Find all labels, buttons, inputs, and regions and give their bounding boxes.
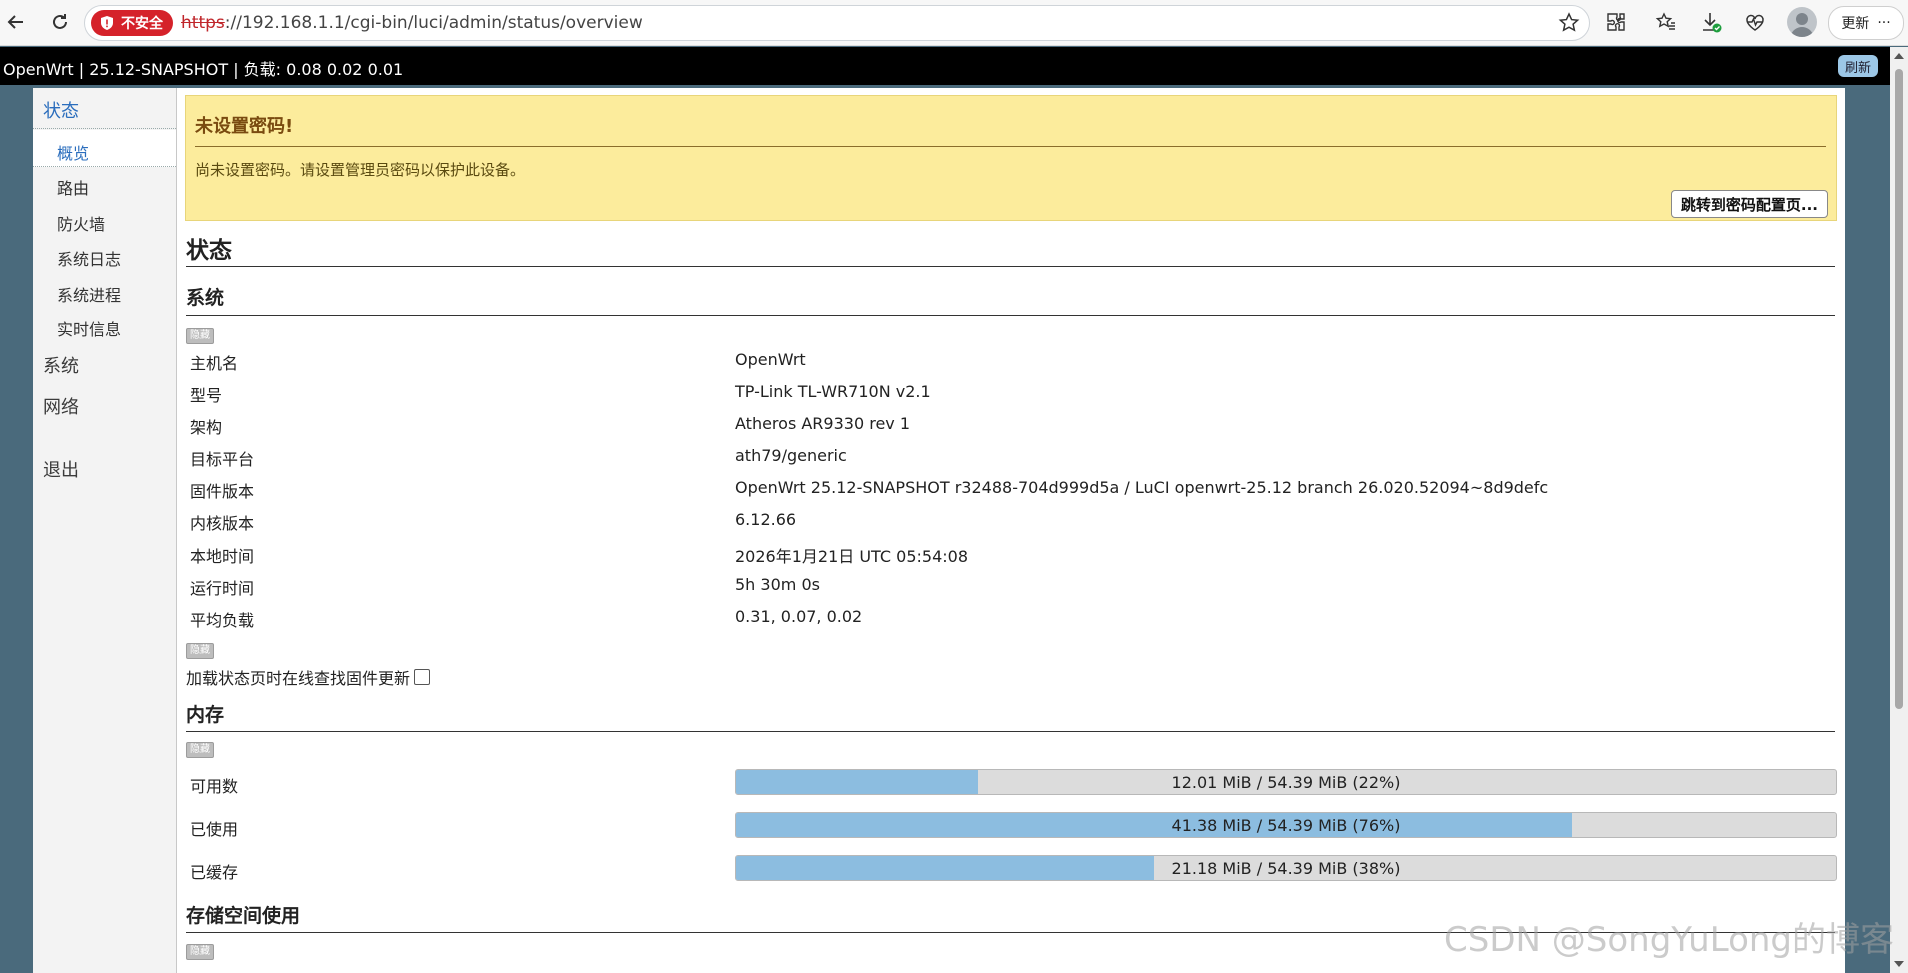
- shield-warning-icon: [101, 16, 113, 30]
- sidebar-category-network[interactable]: 网络: [43, 393, 79, 419]
- memory-text-used: 41.38 MiB / 54.39 MiB (76%): [1171, 816, 1401, 835]
- browser-update-button[interactable]: 更新 ···: [1828, 6, 1904, 40]
- back-arrow-icon[interactable]: [2, 8, 30, 36]
- update-check-label: 加载状态页时在线查找固件更新: [186, 669, 411, 688]
- update-label: 更新: [1841, 16, 1870, 32]
- storage-section-title: 存储空间使用: [186, 905, 301, 927]
- url-path: ://192.168.1.1/cgi-bin/luci/admin/status…: [224, 13, 643, 33]
- password-warning-alert: 未设置密码! 尚未设置密码。请设置管理员密码以保护此设备。 跳转到密码配置页..…: [185, 95, 1837, 221]
- favorite-star-icon[interactable]: [1557, 11, 1581, 35]
- memory-label-cached: 已缓存: [190, 863, 239, 882]
- sidebar-item-routes[interactable]: 路由: [57, 175, 89, 199]
- memory-label-used: 已使用: [190, 820, 239, 839]
- info-label-architecture: 架构: [190, 418, 223, 437]
- url-scheme: https: [181, 13, 225, 33]
- memory-bar-available: 12.01 MiB / 54.39 MiB (22%): [735, 769, 1837, 795]
- memory-text-available: 12.01 MiB / 54.39 MiB (22%): [1171, 773, 1401, 792]
- memory-bar-used: 41.38 MiB / 54.39 MiB (76%): [735, 812, 1837, 838]
- update-check-row: 加载状态页时在线查找固件更新: [186, 665, 431, 689]
- page-title: 状态: [186, 238, 232, 264]
- info-label-kernel: 内核版本: [190, 514, 255, 533]
- browser-toolbar: 不安全 https://192.168.1.1/cgi-bin/luci/adm…: [0, 0, 1908, 46]
- memory-text-cached: 21.18 MiB / 54.39 MiB (38%): [1171, 859, 1401, 878]
- extensions-icon[interactable]: [1603, 9, 1629, 35]
- menu-divider: [33, 128, 176, 129]
- info-value-kernel: 6.12.66: [735, 510, 797, 529]
- page-scrollbar[interactable]: [1890, 47, 1908, 973]
- sidebar-item-realtime[interactable]: 实时信息: [57, 316, 121, 340]
- info-value-model: TP-Link TL-WR710N v2.1: [735, 382, 931, 401]
- info-value-target: ath79/generic: [735, 446, 847, 465]
- system-section-title: 系统: [186, 287, 225, 309]
- storage-hide-button[interactable]: 隐藏: [186, 944, 214, 960]
- update-check-checkbox[interactable]: [414, 669, 431, 685]
- info-label-hostname: 主机名: [190, 354, 239, 373]
- reload-icon[interactable]: [46, 8, 74, 36]
- alert-divider: [195, 146, 1826, 147]
- address-bar[interactable]: 不安全 https://192.168.1.1/cgi-bin/luci/adm…: [84, 5, 1590, 41]
- info-value-hostname: OpenWrt: [735, 350, 806, 369]
- info-label-target: 目标平台: [190, 450, 255, 469]
- more-menu-icon[interactable]: ···: [1877, 15, 1890, 31]
- sidebar-item-overview[interactable]: 概览: [57, 140, 89, 164]
- memory-divider: [186, 731, 1835, 732]
- security-label: 不安全: [121, 16, 163, 32]
- favorites-list-icon[interactable]: [1653, 9, 1679, 35]
- title-divider: [186, 266, 1835, 267]
- active-item-background: [33, 130, 176, 167]
- scroll-up-icon[interactable]: [1894, 53, 1904, 59]
- luci-header: OpenWrt | 25.12-SNAPSHOT | 负载: 0.08 0.02…: [0, 47, 1890, 85]
- csdn-watermark: CSDN @SongYuLong的博客: [1444, 920, 1894, 960]
- downloads-icon[interactable]: [1698, 9, 1724, 35]
- memory-hide-button[interactable]: 隐藏: [186, 742, 214, 758]
- info-label-uptime: 运行时间: [190, 579, 255, 598]
- brand-title[interactable]: OpenWrt | 25.12-SNAPSHOT | 负载: 0.08 0.02…: [3, 56, 403, 80]
- sidebar-category-system[interactable]: 系统: [43, 352, 79, 378]
- scroll-down-icon[interactable]: [1894, 961, 1904, 967]
- info-value-load: 0.31, 0.07, 0.02: [735, 607, 863, 626]
- profile-avatar-icon[interactable]: [1787, 7, 1817, 37]
- main-content: 未设置密码! 尚未设置密码。请设置管理员密码以保护此设备。 跳转到密码配置页..…: [177, 88, 1845, 973]
- info-label-firmware: 固件版本: [190, 482, 255, 501]
- update-check-hide-button[interactable]: 隐藏: [186, 643, 214, 659]
- sidebar-menu: 状态 概览 路由 防火墙 系统日志 系统进程 实时信息 系统 网络 退出: [33, 88, 177, 973]
- info-label-load: 平均负载: [190, 611, 255, 630]
- browser-essentials-icon[interactable]: [1742, 9, 1768, 35]
- sidebar-category-logout[interactable]: 退出: [43, 456, 79, 482]
- info-value-firmware: OpenWrt 25.12-SNAPSHOT r32488-704d999d5a…: [735, 478, 1549, 497]
- memory-bar-cached: 21.18 MiB / 54.39 MiB (38%): [735, 855, 1837, 881]
- memory-section-title: 内存: [186, 704, 225, 726]
- sidebar-category-status[interactable]: 状态: [43, 97, 79, 123]
- system-hide-button[interactable]: 隐藏: [186, 328, 214, 344]
- system-divider: [186, 315, 1835, 316]
- url-text[interactable]: https://192.168.1.1/cgi-bin/luci/admin/s…: [181, 13, 643, 33]
- alert-title: 未设置密码!: [195, 116, 294, 137]
- not-secure-badge[interactable]: 不安全: [91, 10, 173, 36]
- sidebar-item-processes[interactable]: 系统进程: [57, 282, 121, 306]
- scroll-thumb[interactable]: [1895, 69, 1903, 709]
- info-value-uptime: 5h 30m 0s: [735, 575, 820, 594]
- alert-text: 尚未设置密码。请设置管理员密码以保护此设备。: [195, 161, 526, 179]
- goto-password-button[interactable]: 跳转到密码配置页...: [1670, 190, 1828, 218]
- info-value-localtime: 2026年1月21日 UTC 05:54:08: [735, 547, 969, 566]
- memory-label-available: 可用数: [190, 777, 239, 796]
- info-label-model: 型号: [190, 386, 223, 405]
- sidebar-item-syslog[interactable]: 系统日志: [57, 246, 121, 270]
- refresh-button[interactable]: 刷新: [1837, 55, 1878, 77]
- info-label-localtime: 本地时间: [190, 547, 255, 566]
- sidebar-item-firewall[interactable]: 防火墙: [57, 211, 105, 235]
- info-value-architecture: Atheros AR9330 rev 1: [735, 414, 911, 433]
